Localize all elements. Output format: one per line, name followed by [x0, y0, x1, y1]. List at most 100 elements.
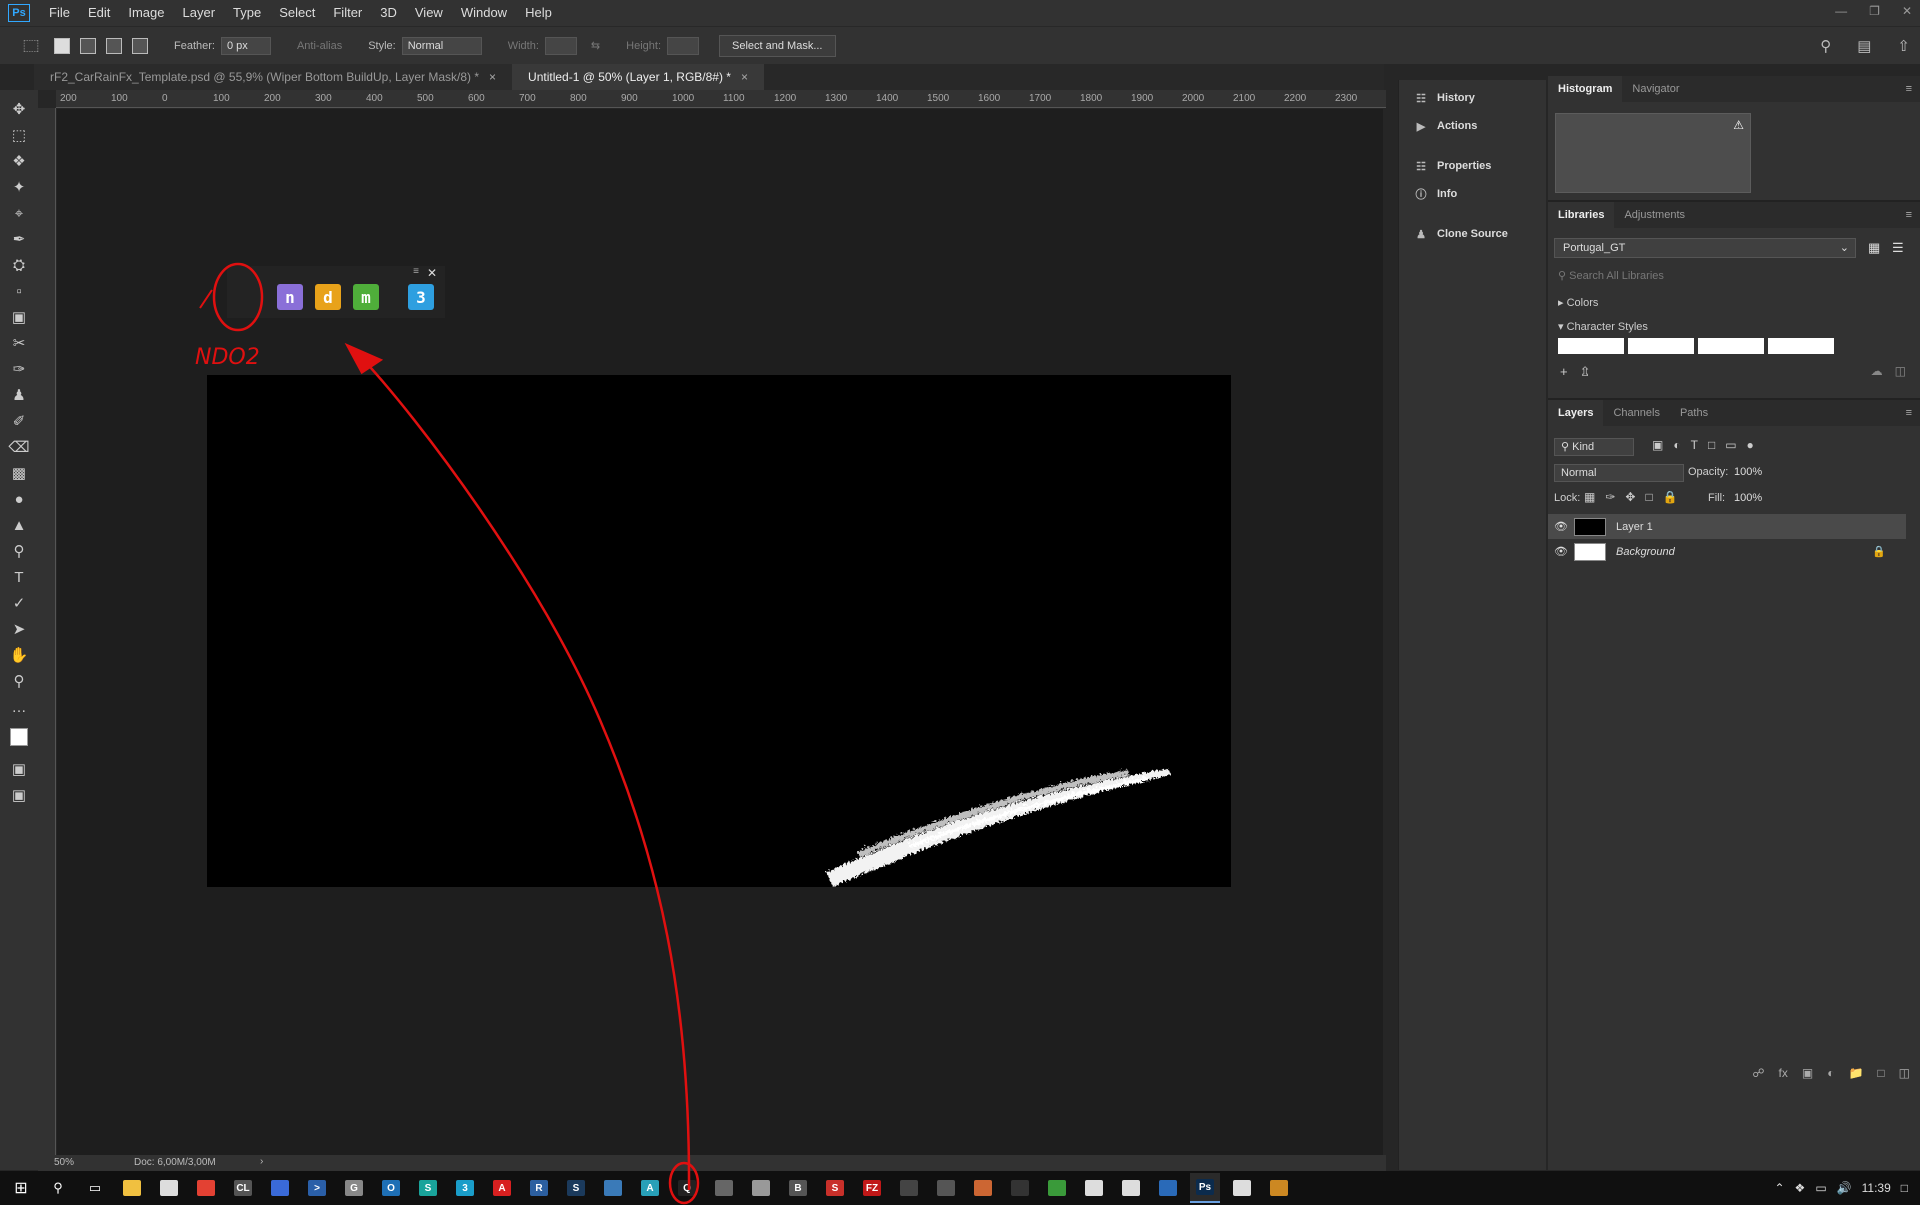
history-brush-tool-icon[interactable]: ✐: [6, 408, 32, 434]
scissors-icon[interactable]: ✂: [6, 330, 32, 356]
task-view-icon[interactable]: ▭: [80, 1173, 110, 1203]
taskbar-app-i-icon[interactable]: [746, 1173, 776, 1203]
panel-menu-icon[interactable]: ≡: [1906, 209, 1912, 221]
rect-marquee-preset-icon[interactable]: [23, 39, 39, 52]
quick-mask-icon[interactable]: ▣: [6, 756, 32, 782]
taskbar-app-u-icon[interactable]: [1264, 1173, 1294, 1203]
filter-toggle-icon[interactable]: ●: [1747, 438, 1754, 452]
list-view-icon[interactable]: ☰: [1892, 240, 1904, 256]
canvas-area[interactable]: ≡ ✕ n d m 3: [57, 109, 1383, 1155]
taskbar-app-f-icon[interactable]: [598, 1173, 628, 1203]
taskbar-app-n-icon[interactable]: [968, 1173, 998, 1203]
search-icon[interactable]: ⚲: [1820, 37, 1831, 55]
dock-properties[interactable]: ☷ Properties: [1399, 152, 1546, 180]
feather-input[interactable]: 0 px: [220, 36, 271, 55]
restore-icon[interactable]: ❐: [1869, 0, 1880, 22]
layer-row[interactable]: 👁 Background 🔒: [1548, 539, 1906, 564]
brush-tool-icon[interactable]: ✑: [6, 356, 32, 382]
network-icon[interactable]: ▭: [1815, 1181, 1826, 1195]
blend-mode-select[interactable]: Normal: [1554, 464, 1684, 482]
menu-item-filter[interactable]: Filter: [324, 0, 371, 26]
lasso-tool-icon[interactable]: ❖: [6, 148, 32, 174]
gradient-tool-icon[interactable]: ▩: [6, 460, 32, 486]
menu-item-image[interactable]: Image: [119, 0, 173, 26]
minimize-icon[interactable]: —: [1835, 0, 1847, 22]
dock-info[interactable]: ⓘ Info: [1399, 180, 1546, 208]
3do-plugin-icon[interactable]: 3: [408, 284, 434, 310]
panel-menu-icon[interactable]: ≡: [413, 266, 419, 277]
zoom-level[interactable]: 50%: [54, 1157, 74, 1168]
smart-object-filter-icon[interactable]: ▭: [1725, 438, 1736, 452]
taskbar-photoshop-icon[interactable]: Ps: [1190, 1173, 1220, 1203]
eye-icon[interactable]: 👁: [1548, 520, 1574, 533]
taskbar-app-p-icon[interactable]: [1042, 1173, 1072, 1203]
document-canvas[interactable]: [207, 375, 1231, 887]
foreground-color-swatch[interactable]: [10, 728, 28, 746]
cloud-sync-icon[interactable]: ☁: [1871, 364, 1883, 378]
menu-item-layer[interactable]: Layer: [174, 0, 225, 26]
mdo-plugin-icon[interactable]: m: [353, 284, 379, 310]
dropbox-icon[interactable]: ❖: [1795, 1181, 1806, 1195]
taskbar-acrobat-icon[interactable]: A: [487, 1173, 517, 1203]
workspace-icon[interactable]: ▤: [1857, 37, 1871, 55]
tab-layers[interactable]: Layers: [1548, 400, 1604, 426]
taskbar-app-h-icon[interactable]: [709, 1173, 739, 1203]
lock-all-icon[interactable]: 🔒: [1663, 490, 1678, 504]
pixel-filter-icon[interactable]: ▣: [1652, 438, 1663, 452]
mask-icon[interactable]: ▣: [1802, 1066, 1813, 1080]
select-and-mask-button[interactable]: Select and Mask...: [719, 34, 836, 57]
more-tools-icon[interactable]: …: [6, 694, 32, 720]
height-input[interactable]: [667, 36, 699, 55]
hand-tool-icon[interactable]: ✋: [6, 642, 32, 668]
style-thumbnail[interactable]: [1698, 338, 1764, 354]
menu-item-file[interactable]: File: [40, 0, 79, 26]
style-thumbnail[interactable]: [1558, 338, 1624, 354]
type-tool-icon[interactable]: T: [6, 564, 32, 590]
menu-item-type[interactable]: Type: [224, 0, 270, 26]
volume-icon[interactable]: 🔊: [1837, 1181, 1852, 1195]
pen-tool-icon[interactable]: ✓: [6, 590, 32, 616]
zoom-tool-icon[interactable]: ⚲: [6, 668, 32, 694]
lock-pixels-icon[interactable]: ▦: [1584, 490, 1595, 504]
grid-view-icon[interactable]: ▦: [1868, 240, 1880, 256]
chevron-up-icon[interactable]: ⌃: [1774, 1181, 1784, 1195]
taskbar-filezilla-icon[interactable]: FZ: [857, 1173, 887, 1203]
taskbar-app-m-icon[interactable]: [931, 1173, 961, 1203]
layer-filter-kind[interactable]: ⚲ Kind: [1554, 438, 1634, 456]
eraser-tool-icon[interactable]: ⌫: [6, 434, 32, 460]
close-icon[interactable]: ×: [489, 70, 496, 84]
adjustment-filter-icon[interactable]: ◐: [1673, 438, 1680, 452]
dock-clone-source[interactable]: ♟ Clone Source: [1399, 220, 1546, 248]
notifications-icon[interactable]: □: [1901, 1181, 1908, 1195]
tab-histogram[interactable]: Histogram: [1548, 76, 1623, 102]
subtract-selection-icon[interactable]: [106, 37, 122, 54]
dodge-tool-icon[interactable]: ⚲: [6, 538, 32, 564]
taskbar-app-l-icon[interactable]: [894, 1173, 924, 1203]
taskbar-app-e-icon[interactable]: 3: [450, 1173, 480, 1203]
menu-item-edit[interactable]: Edit: [79, 0, 119, 26]
path-selection-tool-icon[interactable]: ➤: [6, 616, 32, 642]
move-tool-icon[interactable]: ✥: [6, 96, 32, 122]
width-input[interactable]: [544, 36, 577, 55]
menu-item-help[interactable]: Help: [516, 0, 561, 26]
frame-tool-icon[interactable]: ▣: [6, 304, 32, 330]
taskbar-app-a-icon[interactable]: [265, 1173, 295, 1203]
sharpen-tool-icon[interactable]: ▲: [6, 512, 32, 538]
menu-item-3d[interactable]: 3D: [371, 0, 406, 26]
taskbar-app-c-icon[interactable]: O: [376, 1173, 406, 1203]
share-icon[interactable]: ⇧: [1897, 37, 1910, 55]
menu-item-view[interactable]: View: [406, 0, 452, 26]
upload-icon[interactable]: ⇫: [1580, 364, 1591, 380]
marquee-tool-icon[interactable]: ⬚: [6, 122, 32, 148]
style-select[interactable]: Normal: [401, 36, 482, 55]
warning-icon[interactable]: ⚠: [1733, 118, 1744, 132]
taskbar-steam-icon[interactable]: S: [561, 1173, 591, 1203]
magic-wand-tool-icon[interactable]: ✦: [6, 174, 32, 200]
adjustment-layer-icon[interactable]: ◐: [1827, 1066, 1834, 1080]
ruler-tool-icon[interactable]: ▫: [6, 278, 32, 304]
taskbar-photos-icon[interactable]: [1227, 1173, 1257, 1203]
ndo2-plugin-icon[interactable]: n: [277, 284, 303, 310]
dock-actions[interactable]: ▶ Actions: [1399, 112, 1546, 140]
taskbar-calc-icon[interactable]: CL: [228, 1173, 258, 1203]
screen-mode-icon[interactable]: ▣: [6, 782, 32, 808]
